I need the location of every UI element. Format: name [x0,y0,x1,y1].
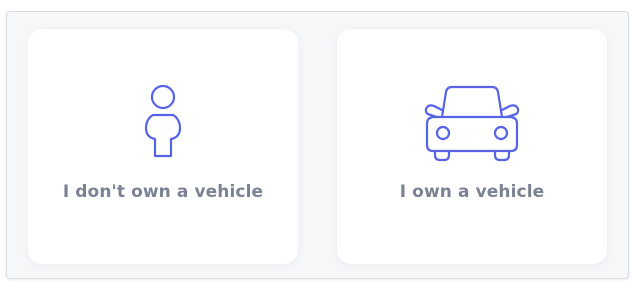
vehicle-ownership-selector: I don't own a vehicle I own a vehicle [6,11,629,279]
person-icon [144,84,182,158]
own-vehicle-option-card[interactable]: I own a vehicle [337,29,607,264]
own-vehicle-option-label: I own a vehicle [399,182,545,202]
no-vehicle-option-label: I don't own a vehicle [62,182,264,202]
car-icon [424,85,520,162]
no-vehicle-option-card[interactable]: I don't own a vehicle [28,29,298,264]
